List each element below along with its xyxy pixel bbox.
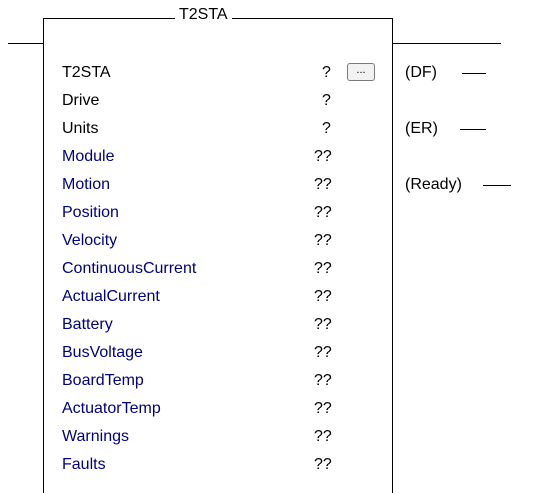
param-value-battery[interactable]: ?? — [314, 316, 332, 334]
coil-label-ready: Ready — [410, 176, 457, 193]
coil-right-paren-icon: ) — [431, 64, 437, 81]
param-label-units: Units — [62, 120, 99, 137]
coil-ready[interactable]: (Ready) — [405, 175, 462, 195]
param-value-module[interactable]: ?? — [314, 148, 332, 166]
coil-df-tail — [462, 73, 486, 74]
coil-right-paren-icon: ) — [456, 176, 462, 193]
param-label-actuator-temp: ActuatorTemp — [62, 400, 161, 417]
browse-button[interactable]: ... — [347, 63, 375, 81]
param-value-units[interactable]: ? — [322, 120, 331, 138]
param-value-bus-voltage[interactable]: ?? — [314, 344, 332, 362]
coil-right-paren-icon: ) — [432, 120, 438, 137]
param-label-battery: Battery — [62, 316, 113, 333]
rung-output-line — [393, 43, 501, 44]
block-title: T2STA — [175, 6, 232, 24]
instruction-block[interactable] — [43, 18, 393, 493]
param-label-motion: Motion — [62, 176, 111, 193]
param-label-faults: Faults — [62, 456, 106, 473]
param-value-motion[interactable]: ?? — [314, 176, 332, 194]
param-value-velocity[interactable]: ?? — [314, 232, 332, 250]
rung-input-line — [8, 43, 44, 44]
coil-er-tail — [460, 129, 486, 130]
coil-label-er: ER — [410, 120, 433, 137]
coil-er[interactable]: (ER) — [405, 119, 438, 139]
coil-df[interactable]: (DF) — [405, 63, 437, 83]
param-label-warnings: Warnings — [62, 428, 129, 445]
param-label-t2sta: T2STA — [62, 64, 111, 81]
coil-label-df: DF — [410, 64, 432, 81]
param-label-velocity: Velocity — [62, 232, 118, 249]
param-value-board-temp[interactable]: ?? — [314, 372, 332, 390]
param-label-drive: Drive — [62, 92, 100, 109]
param-label-bus-voltage: BusVoltage — [62, 344, 143, 361]
param-label-actual-current: ActualCurrent — [62, 288, 160, 305]
param-label-continuous-current: ContinuousCurrent — [62, 260, 197, 277]
param-value-actual-current[interactable]: ?? — [314, 288, 332, 306]
param-value-warnings[interactable]: ?? — [314, 428, 332, 446]
param-value-t2sta[interactable]: ? — [322, 64, 331, 82]
param-label-position: Position — [62, 204, 119, 221]
param-label-module: Module — [62, 148, 115, 165]
param-value-drive[interactable]: ? — [322, 92, 331, 110]
param-label-board-temp: BoardTemp — [62, 372, 144, 389]
param-value-position[interactable]: ?? — [314, 204, 332, 222]
param-value-continuous-current[interactable]: ?? — [314, 260, 332, 278]
param-value-actuator-temp[interactable]: ?? — [314, 400, 332, 418]
param-value-faults[interactable]: ?? — [314, 456, 332, 474]
coil-ready-tail — [483, 185, 511, 186]
